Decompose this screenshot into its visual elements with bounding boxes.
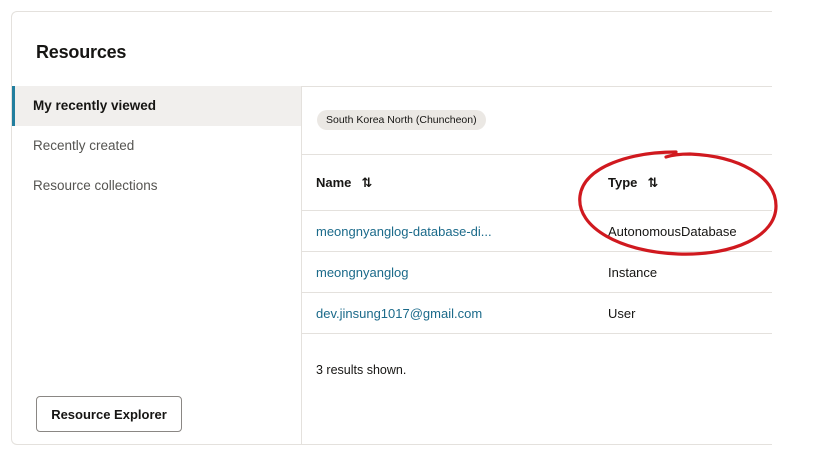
sidebar-item-recently-created[interactable]: Recently created — [12, 126, 301, 166]
resource-type: AutonomousDatabase — [608, 223, 737, 239]
table-row: meongnyanglog Instance — [302, 251, 772, 292]
table-bottom-border — [302, 333, 772, 334]
column-header-name-label: Name — [316, 175, 352, 190]
resource-type: User — [608, 305, 636, 321]
panel-title: Resources — [36, 42, 127, 62]
resource-type: Instance — [608, 264, 658, 280]
resource-name-link[interactable]: meongnyanglog — [316, 265, 409, 280]
resource-name-link[interactable]: meongnyanglog-database-di... — [316, 224, 492, 239]
resource-name-link[interactable]: dev.jinsung1017@gmail.com — [316, 306, 482, 321]
sort-icon[interactable]: ⇅ — [361, 175, 372, 191]
column-header-type-label: Type — [608, 175, 638, 190]
column-header-type[interactable]: Type ⇅ — [608, 155, 658, 210]
table-header-row: Name ⇅ Type ⇅ — [302, 154, 772, 210]
region-chip: South Korea North (Chuncheon) — [317, 110, 486, 130]
column-header-name[interactable]: Name ⇅ — [316, 155, 372, 210]
results-count: 3 results shown. — [316, 363, 407, 377]
sidebar-item-recently-viewed[interactable]: My recently viewed — [12, 86, 301, 126]
resource-explorer-button[interactable]: Resource Explorer — [36, 396, 182, 432]
sort-icon[interactable]: ⇅ — [647, 175, 658, 191]
resources-panel: Resources My recently viewed Recently cr… — [11, 11, 772, 445]
table-row: meongnyanglog-database-di... AutonomousD… — [302, 210, 772, 251]
resources-table: Name ⇅ Type ⇅ meongnyanglog-database-di.… — [302, 154, 772, 334]
table-row: dev.jinsung1017@gmail.com User — [302, 292, 772, 333]
sidebar-item-resource-collections[interactable]: Resource collections — [12, 166, 301, 206]
resources-sidebar: My recently viewed Recently created Reso… — [12, 86, 302, 444]
recently-viewed-content: South Korea North (Chuncheon) Name ⇅ Typ… — [302, 87, 772, 444]
